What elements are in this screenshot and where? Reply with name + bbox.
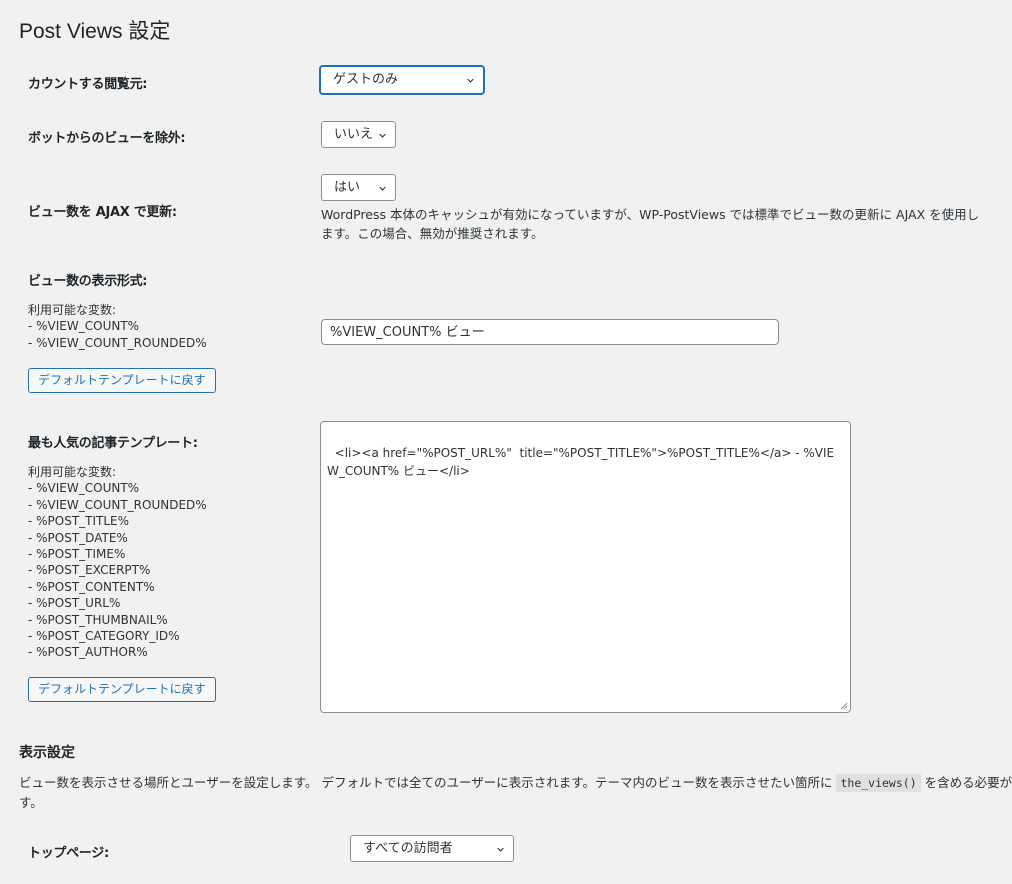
chevron-down-icon [467, 78, 474, 83]
var-item: - %POST_AUTHOR% [28, 645, 148, 660]
popular-template-textarea[interactable]: <li><a href="%POST_URL%" title="%POST_TI… [320, 421, 851, 713]
top-page-select[interactable]: すべての訪問者 [350, 835, 514, 862]
view-format-label: ビュー数の表示形式: [28, 274, 148, 289]
var-item: - %POST_THUMBNAIL% [28, 612, 168, 627]
var-item: - %POST_CONTENT% [28, 579, 155, 594]
var-item: - %POST_TIME% [28, 547, 126, 562]
ajax-description: WordPress 本体のキャッシュが有効になっていますが、WP-PostVie… [321, 205, 979, 243]
var-item: - %VIEW_COUNT_ROUNDED% [28, 335, 207, 350]
var-item: - %POST_URL% [28, 596, 121, 611]
count-from-value: ゲストのみ [333, 72, 399, 87]
var-item: - %POST_DATE% [28, 530, 128, 545]
var-item: - %VIEW_COUNT_ROUNDED% [28, 497, 207, 512]
chevron-down-icon [497, 847, 504, 852]
view-format-vars: 利用可能な変数: - %VIEW_COUNT% - %VIEW_COUNT_RO… [28, 302, 207, 351]
the-views-code: the_views() [836, 774, 921, 792]
view-format-input[interactable]: %VIEW_COUNT% ビュー [321, 319, 779, 345]
popular-template-vars: 利用可能な変数: - %VIEW_COUNT% - %VIEW_COUNT_RO… [28, 464, 207, 661]
reset-view-format-button[interactable]: デフォルトテンプレートに戻す [28, 368, 216, 393]
ajax-update-value: はい [334, 180, 361, 195]
page-title: Post Views 設定 [19, 20, 171, 43]
display-desc-line2: す。 [19, 795, 43, 810]
var-item: - %VIEW_COUNT% [28, 319, 140, 334]
popular-template-text: <li><a href="%POST_URL%" title="%POST_TI… [327, 446, 835, 478]
reset-popular-template-button[interactable]: デフォルトテンプレートに戻す [28, 677, 216, 702]
exclude-bots-select[interactable]: いいえ [321, 121, 396, 148]
var-item: - %VIEW_COUNT% [28, 481, 140, 496]
resize-handle-icon[interactable] [840, 702, 848, 710]
vars-title: 利用可能な変数: [28, 465, 117, 479]
vars-title: 利用可能な変数: [28, 303, 117, 317]
display-desc-after: を含める必要がありま [924, 775, 1012, 790]
chevron-down-icon [379, 133, 386, 138]
ajax-description-line1: WordPress 本体のキャッシュが有効になっていますが、WP-PostVie… [321, 207, 980, 222]
display-settings-heading: 表示設定 [19, 745, 75, 761]
popular-template-label: 最も人気の記事テンプレート: [28, 436, 198, 451]
display-settings-description: ビュー数を表示させる場所とユーザーを設定します。 デフォルトでは全てのユーザーに… [19, 773, 1012, 812]
top-page-label: トップページ: [28, 846, 109, 861]
ajax-description-line2: ます。この場合、無効が推奨されます。 [321, 226, 544, 241]
chevron-down-icon [379, 186, 386, 191]
ajax-update-select[interactable]: はい [321, 174, 396, 201]
var-item: - %POST_EXCERPT% [28, 563, 151, 578]
ajax-update-label: ビュー数を AJAX で更新: [28, 205, 177, 220]
exclude-bots-value: いいえ [334, 127, 374, 142]
exclude-bots-label: ボットからのビューを除外: [28, 131, 186, 146]
display-desc-before: ビュー数を表示させる場所とユーザーを設定します。 デフォルトでは全てのユーザーに… [19, 775, 833, 790]
count-from-select[interactable]: ゲストのみ [320, 66, 484, 94]
var-item: - %POST_TITLE% [28, 514, 130, 529]
var-item: - %POST_CATEGORY_ID% [28, 629, 180, 644]
count-from-label: カウントする閲覧元: [28, 77, 148, 92]
top-page-value: すべての訪問者 [363, 841, 453, 856]
